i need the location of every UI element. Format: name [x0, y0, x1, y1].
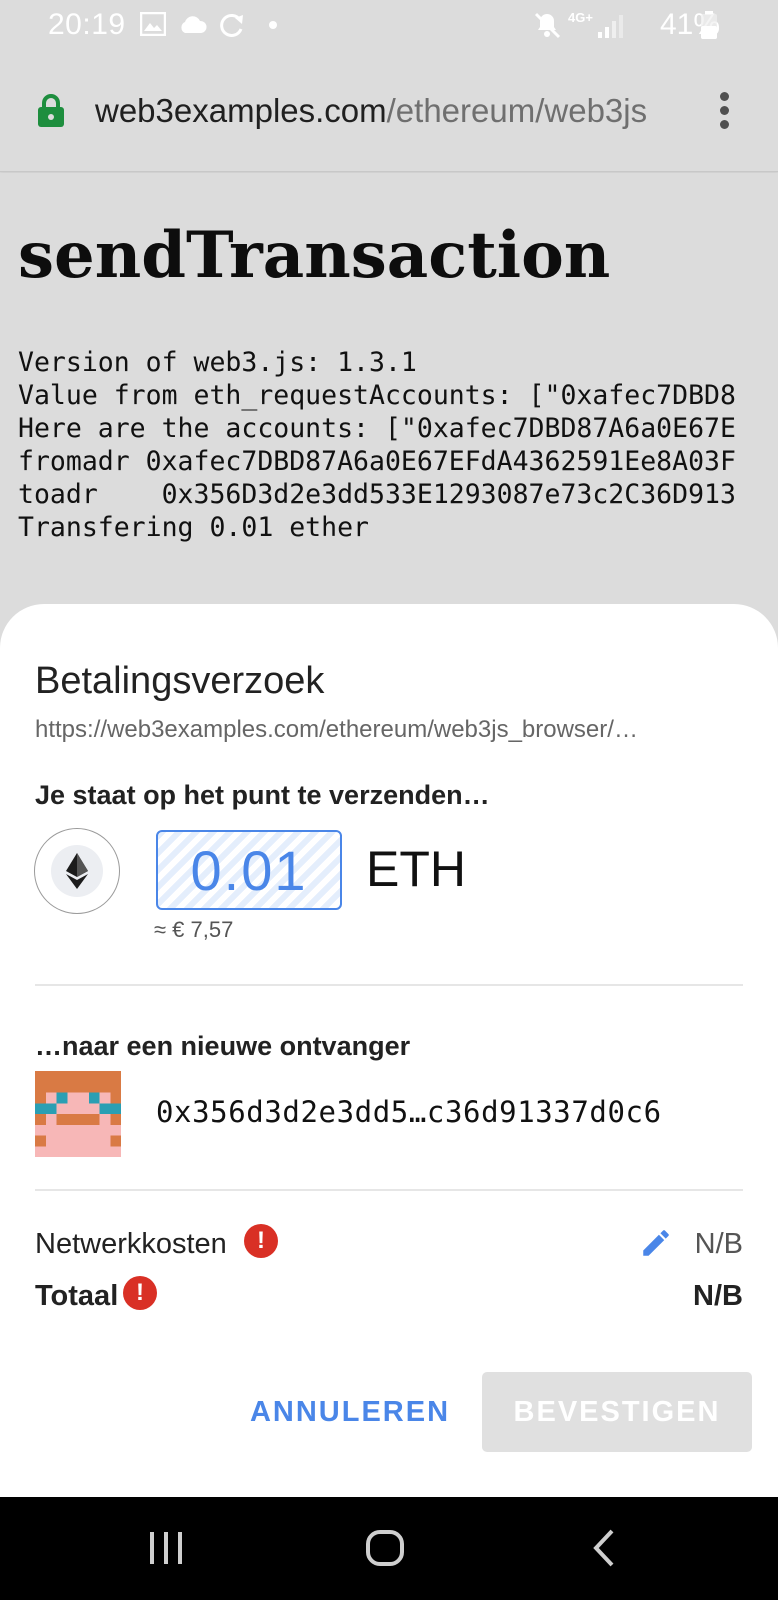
- warning-icon: !: [244, 1224, 278, 1258]
- total-row: Totaal ! N/B: [35, 1276, 743, 1316]
- send-heading: Je staat op het punt te verzenden…: [35, 780, 490, 810]
- network-type: 4G+: [568, 10, 593, 25]
- ethereum-logo: [34, 828, 120, 914]
- console-log: Version of web3.js: 1.3.1 Value from eth_…: [18, 346, 736, 544]
- log-line: Version of web3.js: 1.3.1: [18, 347, 417, 378]
- back-icon[interactable]: [542, 1497, 662, 1600]
- page-title: sendTransaction: [18, 218, 611, 293]
- fiat-estimate: ≈ € 7,57: [154, 917, 234, 942]
- web-page: sendTransaction Version of web3.js: 1.3.…: [0, 173, 778, 613]
- image-icon: [140, 12, 166, 36]
- fee-label: Netwerkkosten: [35, 1228, 227, 1260]
- browser-url-bar[interactable]: web3examples.com/ethereum/web3js: [0, 52, 778, 172]
- recipient-address: 0x356d3d2e3dd5…c36d91337d0c6: [156, 1095, 662, 1129]
- log-line: toadr 0x356D3d2e3dd533E1293087e73c2C36D9…: [18, 479, 736, 510]
- url-domain: web3examples.com: [95, 92, 387, 129]
- recents-icon[interactable]: [107, 1497, 227, 1600]
- amount-unit: ETH: [366, 841, 466, 897]
- mute-icon: [534, 12, 561, 39]
- log-line: Value from eth_requestAccounts: ["0xafec…: [18, 380, 736, 411]
- sync-icon: [220, 13, 243, 37]
- ethereum-icon: [66, 853, 88, 889]
- overflow-menu-icon[interactable]: [718, 92, 730, 130]
- amount-value: 0.01: [190, 839, 308, 902]
- confirm-button[interactable]: BEVESTIGEN: [482, 1372, 752, 1452]
- total-value: N/B: [693, 1280, 743, 1312]
- cloud-icon: [181, 16, 207, 33]
- signal-icon: [598, 15, 623, 38]
- status-time: 20:19: [48, 8, 126, 41]
- status-bar: 20:19 4G+ 41%: [0, 0, 778, 52]
- amount-field[interactable]: 0.01: [156, 830, 342, 910]
- cancel-button[interactable]: ANNULEREN: [246, 1372, 454, 1452]
- url-text[interactable]: web3examples.com/ethereum/web3js: [95, 92, 685, 130]
- log-line: fromadr 0xafec7DBD87A6a0E67EFdA4362591Ee…: [18, 446, 736, 477]
- origin-url: https://web3examples.com/ethereum/web3js…: [35, 716, 638, 743]
- warning-icon: !: [123, 1276, 157, 1310]
- url-path: /ethereum/web3js: [386, 92, 648, 129]
- system-nav-bar: [0, 1497, 778, 1600]
- payment-request-sheet: Betalingsverzoek https://web3examples.co…: [0, 604, 778, 1497]
- fee-value: N/B: [694, 1228, 743, 1260]
- log-line: Transfering 0.01 ether: [18, 512, 369, 543]
- log-line: Here are the accounts: ["0xafec7DBD87A6a…: [18, 413, 736, 444]
- edit-icon[interactable]: [639, 1226, 673, 1260]
- divider: [35, 984, 743, 986]
- recipient-avatar: [35, 1071, 121, 1157]
- total-label: Totaal: [35, 1280, 119, 1312]
- dot-icon: [269, 21, 277, 29]
- divider: [35, 1189, 743, 1191]
- battery-icon: [701, 11, 717, 39]
- lock-icon: [38, 94, 64, 127]
- network-fee-row: Netwerkkosten ! N/B: [35, 1224, 743, 1264]
- recipient-heading: …naar een nieuwe ontvanger: [35, 1031, 411, 1061]
- home-icon[interactable]: [325, 1497, 445, 1600]
- sheet-title: Betalingsverzoek: [35, 660, 325, 702]
